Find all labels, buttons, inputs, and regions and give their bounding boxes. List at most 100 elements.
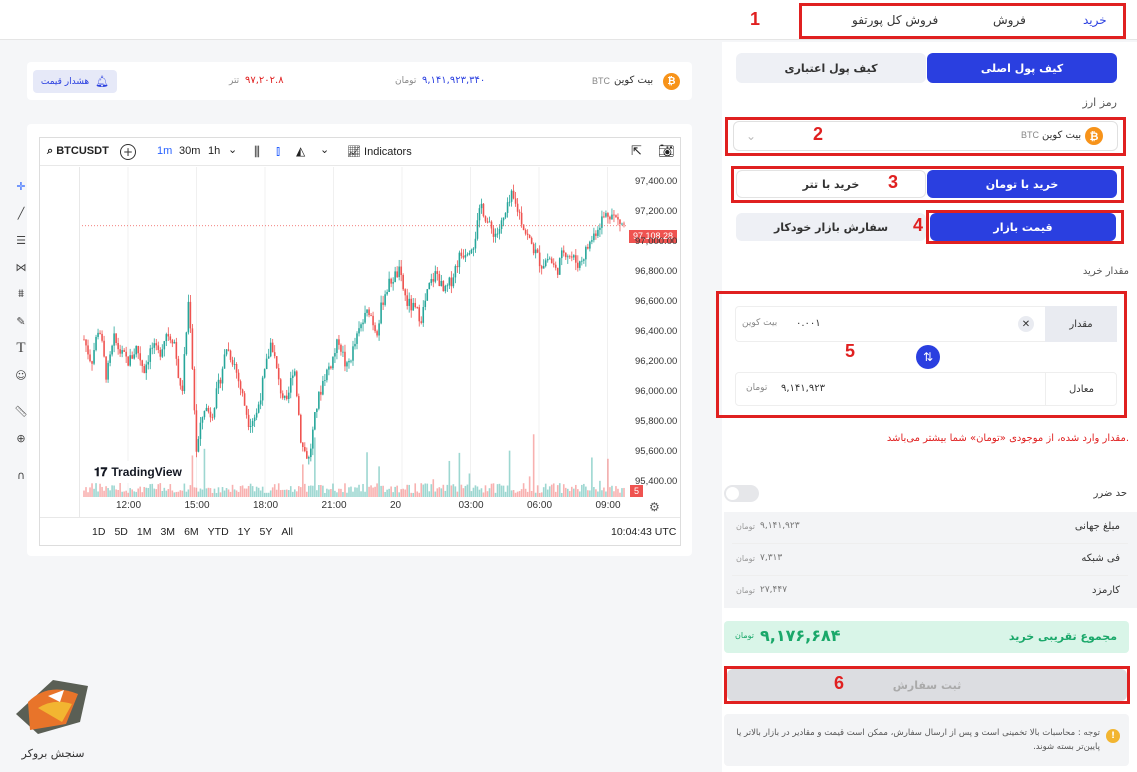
- wallet-credit-button[interactable]: کیف پول اعتباری: [736, 53, 926, 83]
- wallet-main-button[interactable]: کیف پول اصلی: [927, 53, 1117, 83]
- stop-loss-toggle[interactable]: [724, 485, 759, 502]
- range-button[interactable]: 5Y: [260, 526, 273, 538]
- candle-body: [566, 256, 569, 258]
- summary-label: فی شبکه: [1081, 553, 1120, 564]
- volume-bar: [390, 486, 392, 497]
- candle-body: [165, 334, 168, 342]
- volume-bar: [113, 485, 115, 497]
- candle-body: [145, 364, 148, 374]
- candle-body: [599, 227, 601, 230]
- volume-bar: [115, 489, 117, 497]
- interval-30m[interactable]: 30m: [179, 145, 200, 157]
- prediction-icon[interactable]: ⩩: [10, 283, 32, 305]
- candle-body: [589, 241, 591, 249]
- open-external-icon[interactable]: ⇱: [631, 143, 642, 159]
- candle-body: [613, 214, 615, 216]
- candle-body: [581, 260, 583, 262]
- volume-bar: [554, 491, 557, 497]
- candle-body: [364, 312, 366, 323]
- range-button[interactable]: 1D: [92, 526, 105, 538]
- candle-body: [189, 301, 192, 329]
- candle-body: [161, 349, 164, 357]
- amount-input[interactable]: ۰.۰۰۱: [796, 318, 821, 329]
- volume-bar: [534, 492, 537, 497]
- volume-bar: [585, 486, 587, 497]
- ticker-symbol: BTC: [592, 76, 610, 86]
- symbol-search[interactable]: ⌕ BTCUSDT: [47, 145, 109, 158]
- volume-bar: [496, 484, 499, 497]
- search-icon: ⌕: [47, 145, 54, 157]
- volume-bar: [330, 489, 332, 497]
- volume-bar: [121, 491, 123, 497]
- submit-order-button[interactable]: ثبت سفارش: [727, 669, 1127, 701]
- bars-style-icon[interactable]: ⫼: [254, 144, 260, 160]
- volume-bar: [336, 492, 338, 497]
- volume-bar: [498, 483, 501, 497]
- volume-bar: [448, 460, 451, 497]
- volume-bar: [179, 490, 182, 497]
- volume-bar: [285, 489, 288, 497]
- volume-bar: [249, 483, 252, 497]
- camera-icon[interactable]: 📷︎: [658, 143, 675, 159]
- tab-sell[interactable]: فروش: [993, 13, 1026, 27]
- range-button[interactable]: 5D: [114, 526, 127, 538]
- candle-body: [470, 249, 473, 254]
- crosshair-icon[interactable]: ✛: [10, 175, 32, 197]
- emoji-icon[interactable]: ☺: [10, 364, 32, 386]
- trend-line-icon[interactable]: ╱: [10, 202, 32, 224]
- volume-bar: [564, 487, 567, 497]
- interval-1h[interactable]: 1h: [208, 145, 220, 157]
- range-button[interactable]: 6M: [184, 526, 199, 538]
- range-button[interactable]: 1M: [137, 526, 152, 538]
- swap-icon[interactable]: ⇅: [916, 345, 940, 369]
- text-icon[interactable]: T: [10, 337, 32, 359]
- candles-style-icon[interactable]: ⫾: [276, 143, 280, 159]
- range-button[interactable]: YTD: [208, 526, 229, 538]
- candle-body: [181, 385, 184, 392]
- fib-retracement-icon[interactable]: ☰: [10, 229, 32, 251]
- summary-value: ۲۷,۴۴۷: [760, 585, 788, 595]
- candle-body: [474, 238, 477, 249]
- volume-bar: [378, 466, 380, 497]
- auto-market-order-button[interactable]: سفارش بازار خودکار: [736, 213, 926, 241]
- clear-icon[interactable]: ✕: [1018, 316, 1034, 332]
- candle-body: [526, 233, 529, 235]
- volume-bar: [203, 448, 206, 497]
- candle-body: [536, 249, 539, 253]
- candle-body: [380, 302, 382, 324]
- candle-body: [137, 345, 139, 354]
- chart-settings-icon[interactable]: ⚙: [649, 500, 660, 514]
- zoom-in-icon[interactable]: ⊕: [10, 427, 32, 449]
- volume-bar: [231, 484, 234, 497]
- indicators-button[interactable]: 📈︎ Indicators: [347, 145, 412, 158]
- tab-buy[interactable]: خرید: [1083, 13, 1107, 27]
- area-style-icon[interactable]: ◭: [296, 144, 305, 158]
- range-button[interactable]: 3M: [160, 526, 175, 538]
- volume-bar: [532, 434, 535, 497]
- market-price-button[interactable]: قیمت بازار: [930, 213, 1116, 241]
- magnet-icon[interactable]: ∩: [10, 464, 32, 486]
- range-button[interactable]: 1Y: [238, 526, 251, 538]
- price-alert-button[interactable]: هشدار قیمت 🔔︎: [33, 70, 117, 93]
- chart-type-dropdown-icon[interactable]: ⌄: [320, 143, 329, 156]
- volume-bar: [472, 487, 475, 497]
- candle-body: [304, 446, 306, 452]
- interval-1m[interactable]: 1m: [157, 145, 172, 157]
- note-text: توجه : محاسبات بالا تخمینی است و پس از ا…: [736, 728, 1100, 752]
- add-symbol-icon[interactable]: +: [120, 144, 136, 160]
- ruler-icon[interactable]: 📏︎: [10, 400, 32, 422]
- tab-sell-portfolio[interactable]: فروش کل پورتفو: [852, 13, 938, 27]
- candle-body: [308, 457, 310, 459]
- pattern-icon[interactable]: ⋈: [10, 256, 32, 278]
- volume-bar: [366, 452, 368, 497]
- buy-with-toman-button[interactable]: خرید با تومان: [927, 170, 1117, 198]
- interval-dropdown-icon[interactable]: ⌄: [228, 143, 237, 156]
- candle-body: [366, 309, 368, 313]
- brush-icon[interactable]: ✎: [10, 310, 32, 332]
- candle-body: [217, 379, 220, 389]
- candle-body: [571, 256, 573, 258]
- volume-bar: [243, 488, 246, 497]
- range-button[interactable]: All: [281, 526, 293, 538]
- price-chart[interactable]: [82, 167, 628, 497]
- volume-bar: [548, 486, 551, 497]
